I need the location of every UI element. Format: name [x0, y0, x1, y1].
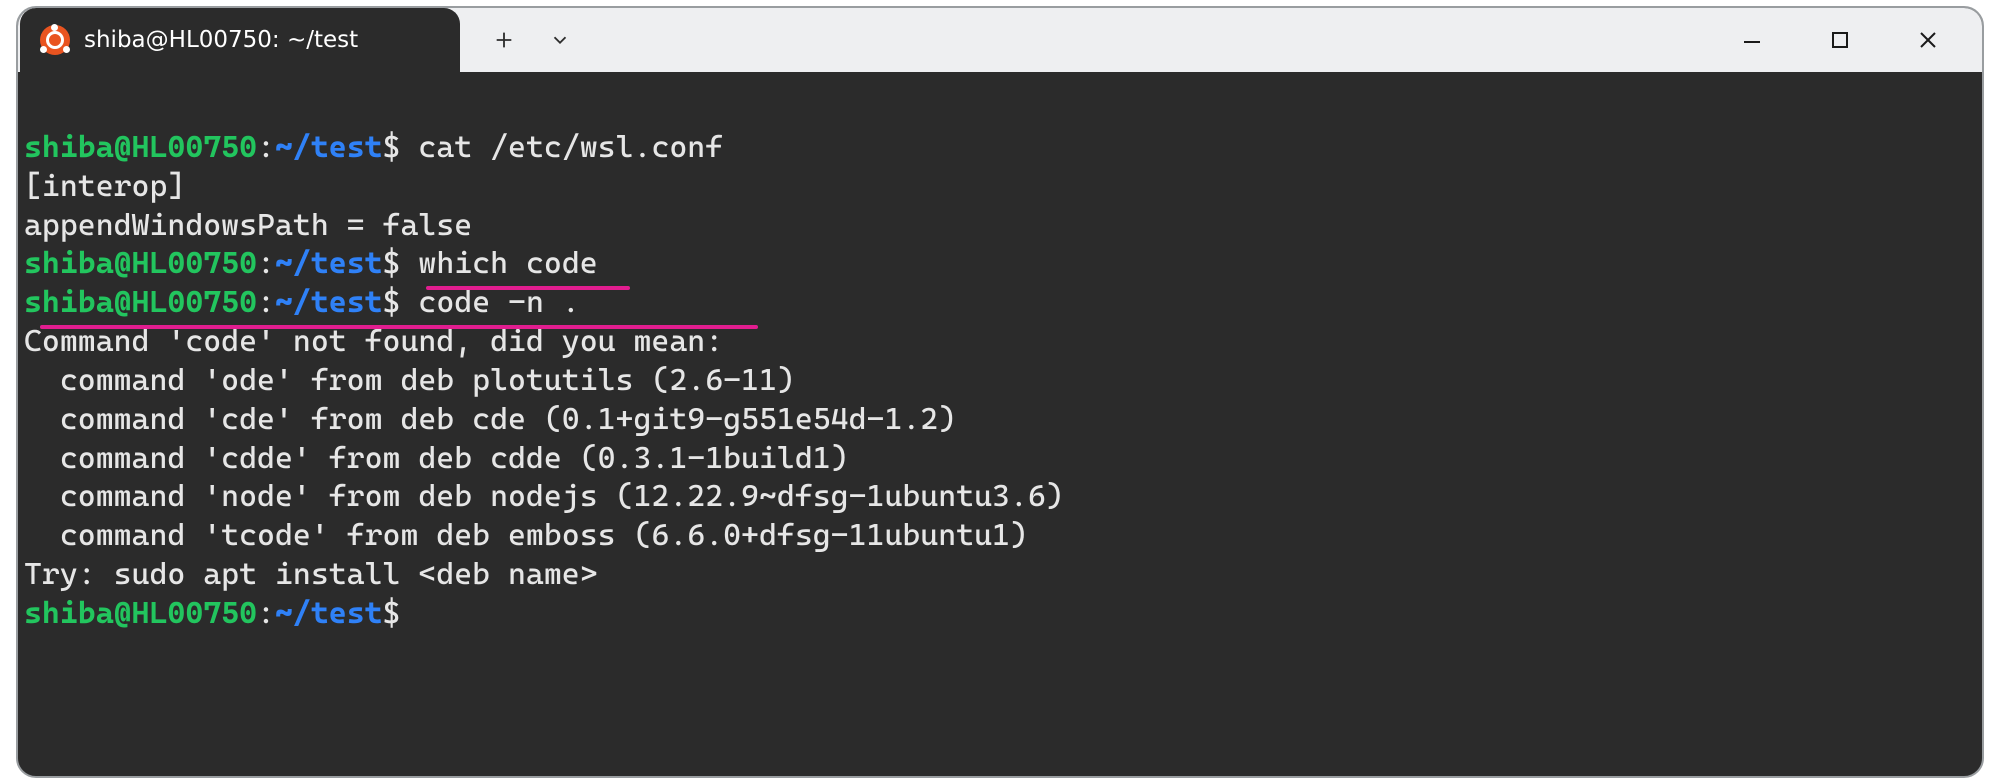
suggestion-line: command 'node' from deb nodejs (12.22.9~…: [24, 479, 1064, 514]
prompt-user: shiba@HL00750: [24, 246, 257, 281]
suggestion-line: command 'tcode' from deb emboss (6.6.0+d…: [24, 518, 1028, 553]
prompt-dollar: $: [383, 285, 401, 320]
ubuntu-icon: [40, 25, 70, 55]
suggestion-line: command 'cdde' from deb cdde (0.3.1-1bui…: [24, 441, 849, 476]
prompt-colon: :: [257, 246, 275, 281]
prompt-user: shiba@HL00750: [24, 130, 257, 165]
maximize-button[interactable]: [1796, 12, 1884, 68]
suggestion-line: command 'ode' from deb plotutils (2.6-11…: [24, 363, 795, 398]
tab-actions: [460, 8, 582, 72]
terminal-tab[interactable]: shiba@HL00750: ~/test: [20, 8, 460, 72]
prompt-dollar: $: [383, 130, 401, 165]
window-close-button[interactable]: [1884, 12, 1972, 68]
prompt-user: shiba@HL00750: [24, 596, 257, 631]
prompt-cwd: ~/test: [275, 130, 383, 165]
prompt-cwd: ~/test: [275, 596, 383, 631]
suggestion-line: command 'cde' from deb cde (0.1+git9-g55…: [24, 402, 956, 437]
annotation-underline-error: [40, 325, 758, 329]
prompt-cwd: ~/test: [275, 285, 383, 320]
tab-dropdown-button[interactable]: [538, 18, 582, 62]
output-line: [interop]: [24, 169, 185, 204]
prompt-dollar: $: [383, 246, 401, 281]
prompt-colon: :: [257, 596, 275, 631]
window-controls: [1708, 8, 1982, 72]
minimize-button[interactable]: [1708, 12, 1796, 68]
titlebar: shiba@HL00750: ~/test: [18, 8, 1982, 72]
prompt-user: shiba@HL00750: [24, 285, 257, 320]
prompt-colon: :: [257, 130, 275, 165]
tab-title: shiba@HL00750: ~/test: [84, 27, 358, 53]
output-line: appendWindowsPath = false: [24, 208, 472, 243]
command-cat: cat /etc/wsl.conf: [400, 130, 723, 165]
terminal-window: shiba@HL00750: ~/test shi: [16, 6, 1984, 778]
prompt-dollar: $: [383, 596, 401, 631]
error-header: Command 'code' not found, did you mean:: [24, 324, 723, 359]
annotation-underline-command: [426, 286, 630, 290]
terminal-body[interactable]: shiba@HL00750:~/test$ cat /etc/wsl.conf …: [18, 72, 1982, 673]
command-code: code -n .: [400, 285, 579, 320]
command-which: which code: [400, 246, 597, 281]
prompt-colon: :: [257, 285, 275, 320]
try-line: Try: sudo apt install <deb name>: [24, 557, 598, 592]
prompt-cwd: ~/test: [275, 246, 383, 281]
new-tab-button[interactable]: [482, 18, 526, 62]
